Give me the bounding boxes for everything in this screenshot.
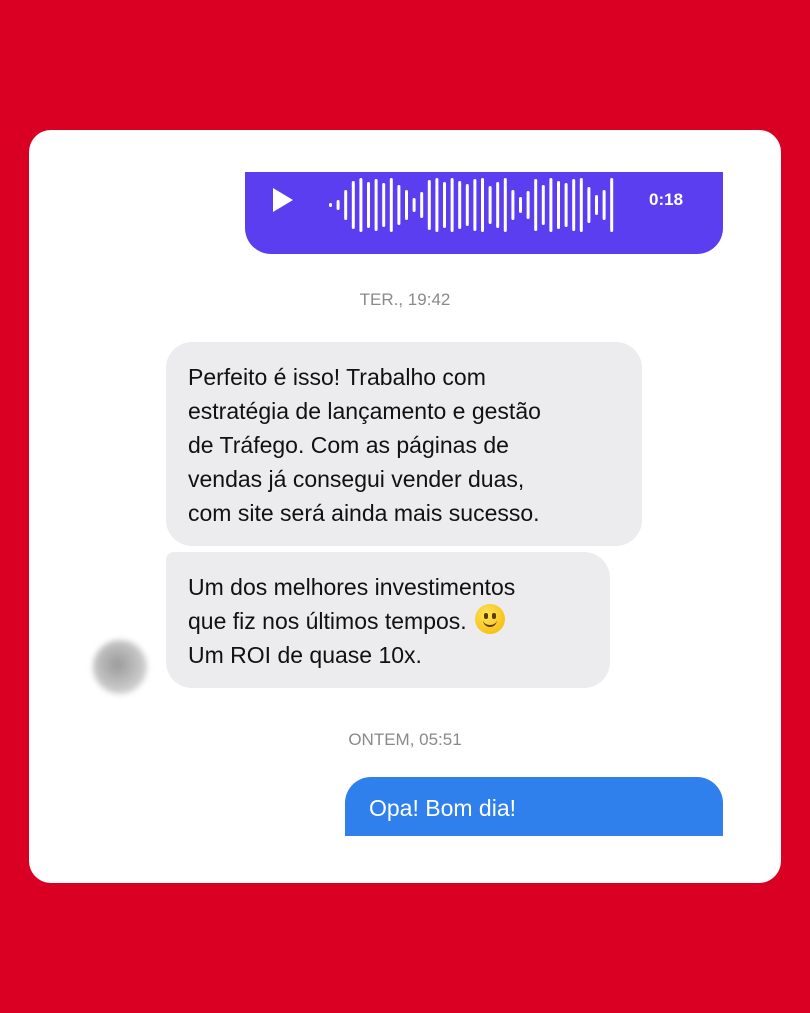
voice-message-duration: 0:18 bbox=[649, 190, 684, 209]
message-text-line: vendas já consegui vender duas, bbox=[188, 466, 525, 492]
received-message-bubble[interactable]: Perfeito é isso! Trabalho com estratégia… bbox=[166, 342, 642, 546]
message-text-line: estratégia de lançamento e gestão bbox=[188, 398, 541, 424]
received-message-bubble[interactable]: Um dos melhores investimentos que fiz no… bbox=[166, 552, 610, 688]
timestamp-divider: ONTEM, 05:51 bbox=[348, 730, 462, 749]
play-icon[interactable] bbox=[273, 188, 293, 212]
avatar[interactable] bbox=[93, 640, 147, 694]
chat-card: 0:18 TER., 19:42 Perfeito é isso! Trabal… bbox=[29, 130, 781, 883]
message-text-line: Um ROI de quase 10x. bbox=[188, 642, 422, 668]
message-text: que fiz nos últimos tempos. bbox=[188, 608, 467, 634]
slightly-smiling-face-icon bbox=[474, 604, 505, 634]
message-text-line: com site será ainda mais sucesso. bbox=[188, 500, 540, 526]
message-text-line: que fiz nos últimos tempos. bbox=[188, 604, 586, 638]
timestamp-divider: TER., 19:42 bbox=[359, 290, 451, 309]
message-text-line: Um dos melhores investimentos bbox=[188, 574, 516, 600]
message-list[interactable]: 0:18 TER., 19:42 Perfeito é isso! Trabal… bbox=[29, 172, 781, 836]
message-text-line: de Tráfego. Com as páginas de bbox=[188, 432, 509, 458]
message-text-line: Perfeito é isso! Trabalho com bbox=[188, 364, 486, 390]
voice-message-bubble[interactable]: 0:18 bbox=[245, 172, 723, 254]
waveform-icon bbox=[329, 178, 614, 232]
sent-message-bubble[interactable]: Opa! Bom dia! bbox=[345, 777, 723, 836]
message-text: Opa! Bom dia! bbox=[369, 795, 517, 821]
